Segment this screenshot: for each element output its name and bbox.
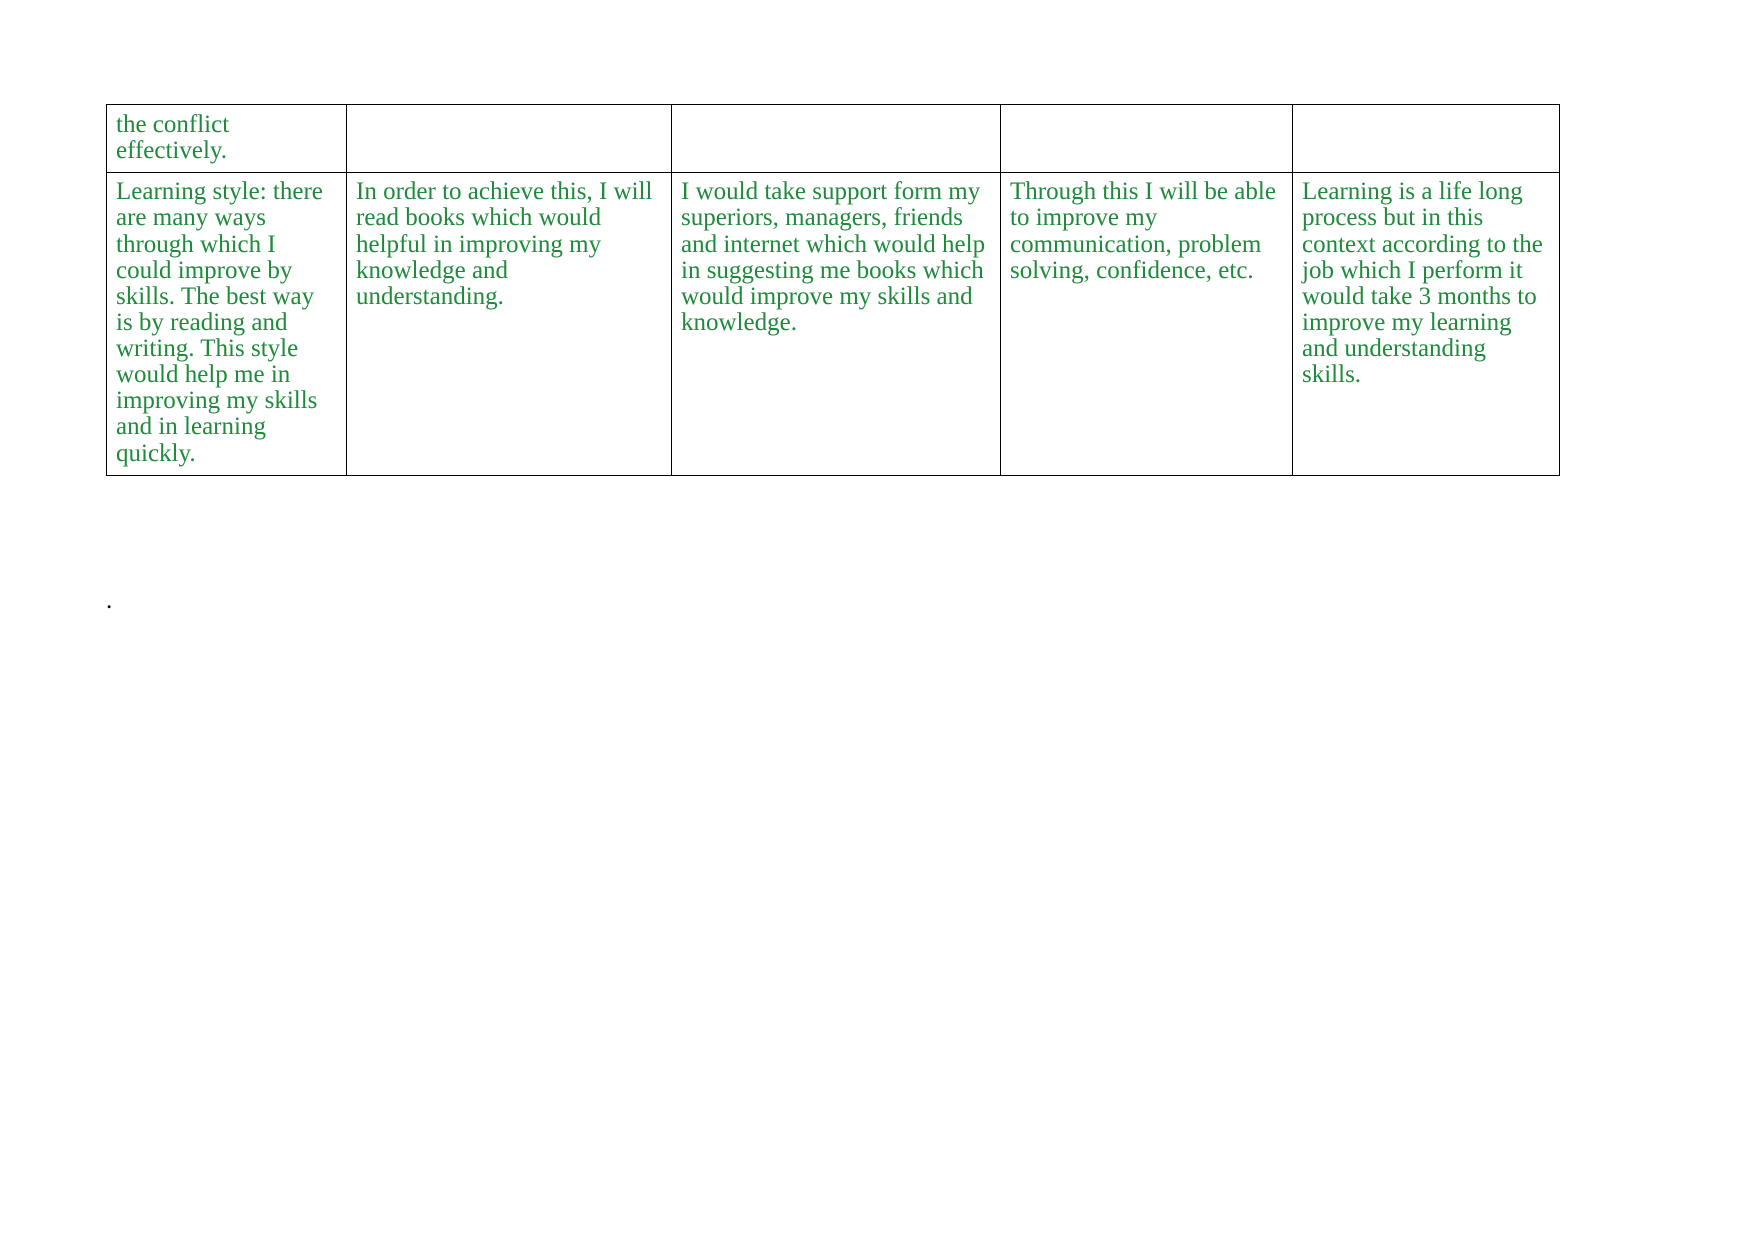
- table-cell-r1c3: [671, 103, 1001, 174]
- document-page: the conflict effectively. Learning style…: [0, 0, 1754, 1241]
- table-cell-r1c2: [346, 103, 672, 174]
- cell-text-r2c3: I would take support form my superiors, …: [681, 178, 986, 336]
- learning-plan-table: the conflict effectively. Learning style…: [106, 103, 1560, 476]
- table-cell-r1c1: the conflict effectively.: [106, 103, 347, 174]
- table-cell-r2c4: Through this I will be able to improve m…: [1000, 172, 1293, 476]
- table-cell-r2c1: Learning style: there are many ways thro…: [106, 172, 347, 476]
- table-cell-r2c3: I would take support form my superiors, …: [671, 172, 1001, 476]
- trailing-period: .: [106, 587, 113, 614]
- table-cell-r1c5: [1292, 103, 1560, 174]
- cell-text-r2c4: Through this I will be able to improve m…: [1010, 178, 1276, 284]
- table-cell-r2c5: Learning is a life long process but in t…: [1292, 172, 1560, 476]
- table-row: Learning style: there are many ways thro…: [106, 172, 1560, 476]
- cell-text-r2c5: Learning is a life long process but in t…: [1302, 178, 1543, 389]
- table-row: the conflict effectively.: [106, 103, 1560, 174]
- cell-text-r2c1: Learning style: there are many ways thro…: [116, 178, 323, 467]
- table-cell-r1c4: [1000, 103, 1293, 174]
- table-cell-r2c2: In order to achieve this, I will read bo…: [346, 172, 672, 476]
- cell-text-r2c2: In order to achieve this, I will read bo…: [356, 178, 653, 310]
- cell-text-r1c1: the conflict effectively.: [116, 111, 230, 165]
- table-body: the conflict effectively. Learning style…: [106, 103, 1560, 476]
